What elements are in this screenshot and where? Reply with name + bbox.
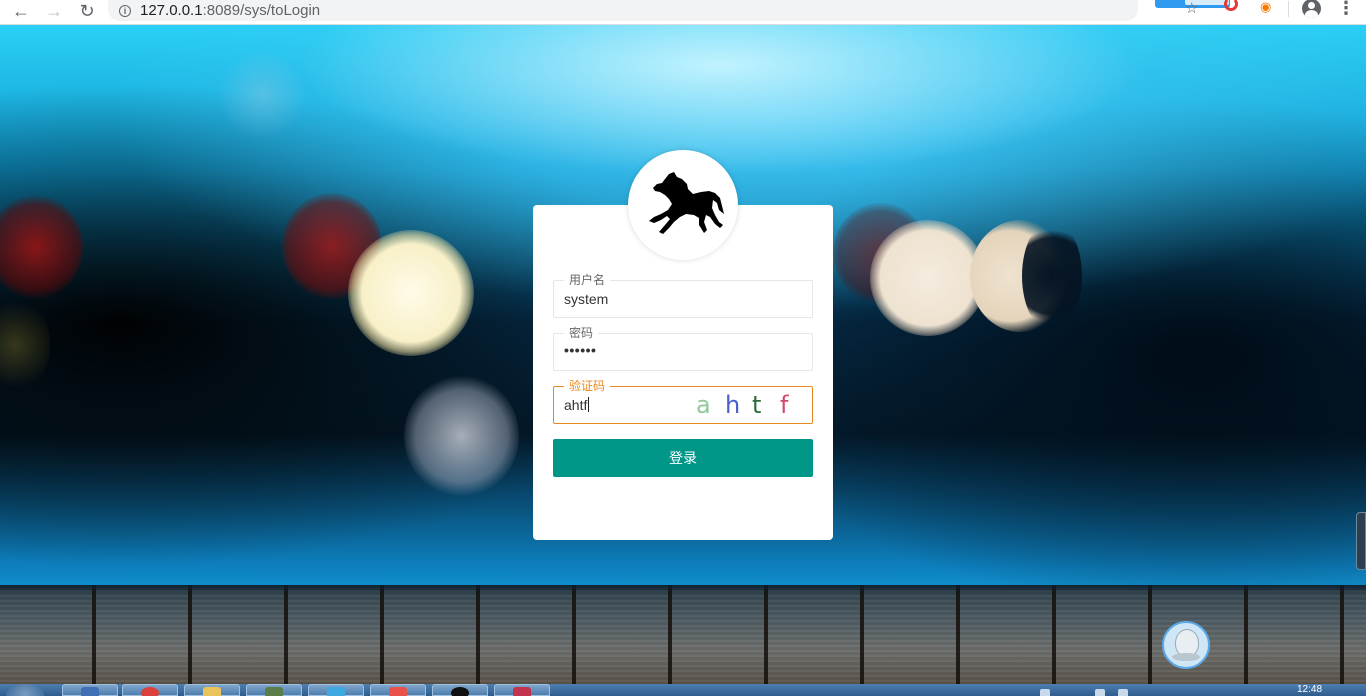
- address-bar[interactable]: i 127.0.0.1:8089/sys/toLogin: [108, 0, 1138, 21]
- bokeh-light: [0, 195, 83, 299]
- url-path: :8089/sys/toLogin: [202, 2, 321, 19]
- os-taskbar: 12:48: [0, 684, 1366, 696]
- text-caret: [588, 397, 590, 412]
- tray-icon[interactable]: [1095, 689, 1105, 696]
- url-text[interactable]: 127.0.0.1:8089/sys/toLogin: [140, 2, 320, 19]
- taskbar-clock[interactable]: 12:48: [1297, 685, 1322, 695]
- password-label: 密码: [564, 325, 599, 341]
- account-icon[interactable]: [1302, 0, 1321, 18]
- horse-logo-icon: [649, 172, 724, 234]
- bokeh-light: [404, 375, 519, 497]
- taskbar-app[interactable]: [494, 684, 550, 696]
- taskbar-app[interactable]: [122, 684, 178, 696]
- reload-icon[interactable]: ↻: [74, 0, 100, 22]
- username-input[interactable]: system: [564, 290, 608, 308]
- captcha-char: f: [780, 391, 789, 419]
- captcha-label: 验证码: [564, 378, 611, 394]
- wooden-deck: [0, 585, 1366, 685]
- login-card: 用户名 system 密码 •••••• 验证码 ahtf a h t f 登录: [533, 150, 833, 540]
- side-widget-handle[interactable]: [1356, 512, 1366, 570]
- bokeh-light: [217, 50, 307, 140]
- taskbar-app[interactable]: [246, 684, 302, 696]
- bokeh-light: [0, 295, 50, 395]
- bokeh-light: [870, 220, 986, 336]
- url-host: 127.0.0.1: [140, 2, 203, 19]
- start-button-icon[interactable]: [6, 684, 44, 696]
- forward-icon[interactable]: →: [41, 0, 67, 22]
- extension-red-icon[interactable]: [1224, 0, 1238, 11]
- password-field[interactable]: 密码 ••••••: [553, 325, 813, 371]
- password-input[interactable]: ••••••: [564, 341, 596, 359]
- toolbar-divider: [1288, 1, 1289, 17]
- bokeh-light: [970, 220, 1082, 332]
- extension-network-icon[interactable]: ◉: [1260, 0, 1271, 15]
- taskbar-app[interactable]: [308, 684, 364, 696]
- captcha-char: a: [696, 391, 711, 419]
- back-icon[interactable]: ←: [8, 0, 34, 22]
- login-background: 用户名 system 密码 •••••• 验证码 ahtf a h t f 登录: [0, 25, 1366, 685]
- bokeh-light: [348, 230, 474, 356]
- bookmark-star-icon[interactable]: ☆: [1185, 0, 1198, 17]
- captcha-char: h: [725, 391, 741, 419]
- tray-icon[interactable]: [1118, 689, 1128, 696]
- login-button[interactable]: 登录: [553, 439, 813, 477]
- taskbar-app[interactable]: [184, 684, 240, 696]
- site-info-icon[interactable]: i: [119, 4, 131, 17]
- captcha-image[interactable]: a h t f: [692, 389, 810, 421]
- username-label: 用户名: [564, 272, 611, 288]
- captcha-input[interactable]: ahtf: [564, 396, 590, 414]
- logo: [628, 150, 738, 260]
- captcha-field[interactable]: 验证码 ahtf a h t f: [553, 378, 813, 424]
- tray-icon[interactable]: [1040, 689, 1050, 696]
- captcha-input-text: ahtf: [564, 397, 588, 413]
- taskbar-app[interactable]: [432, 684, 488, 696]
- qq-assistant-icon[interactable]: [1162, 621, 1210, 669]
- taskbar-app[interactable]: [370, 684, 426, 696]
- browser-toolbar: ← → ↻ i 127.0.0.1:8089/sys/toLogin ☆ ◉ ⋮: [0, 0, 1366, 25]
- taskbar-app[interactable]: [62, 684, 118, 696]
- username-field[interactable]: 用户名 system: [553, 272, 813, 318]
- captcha-char: t: [752, 391, 762, 419]
- more-menu-icon[interactable]: ⋮: [1337, 0, 1355, 19]
